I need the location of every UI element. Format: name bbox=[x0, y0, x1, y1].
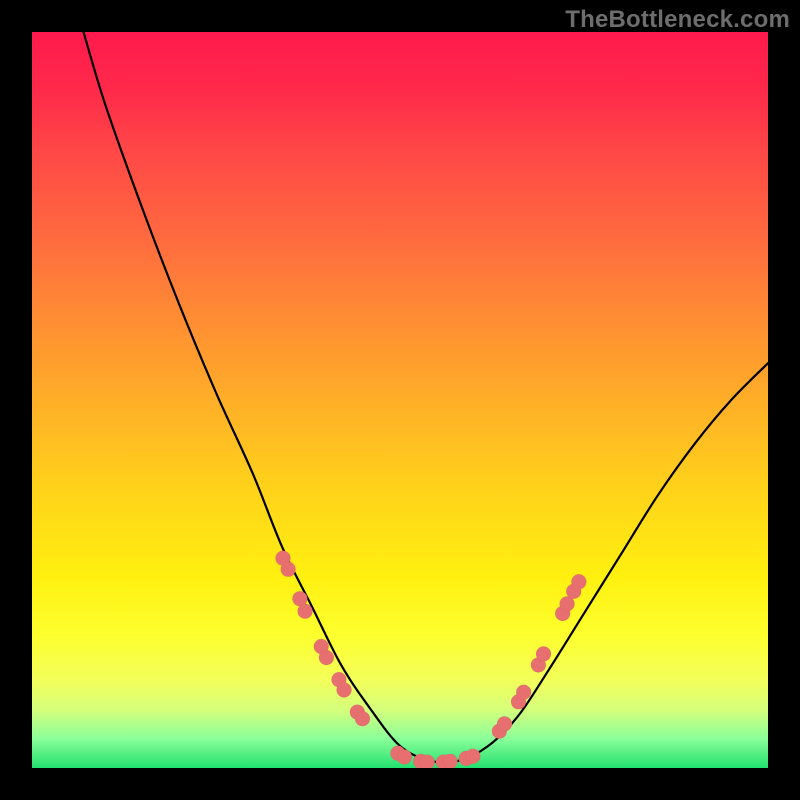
bottleneck-curve bbox=[84, 32, 768, 762]
plot-area bbox=[32, 32, 768, 768]
left-cluster-points bbox=[275, 551, 369, 726]
valley-points bbox=[390, 746, 480, 768]
right-cluster-points bbox=[492, 574, 586, 738]
chart-svg bbox=[32, 32, 768, 768]
chart-frame: TheBottleneck.com bbox=[0, 0, 800, 800]
watermark-text: TheBottleneck.com bbox=[565, 6, 790, 34]
